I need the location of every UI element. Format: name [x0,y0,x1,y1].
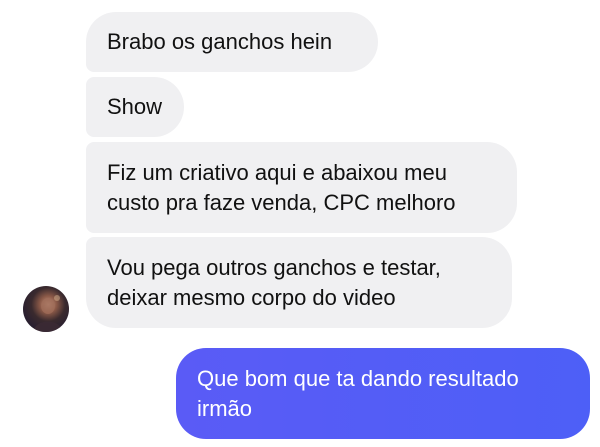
message-bubble-outgoing[interactable]: Que bom que ta dando resultado irmão [176,348,590,439]
chat-thread: Brabo os ganchos hein Show Fiz um criati… [0,0,600,447]
message-text-line: Vou pega outros ganchos e testar, [107,254,441,280]
message-text: Brabo os ganchos hein [107,29,333,54]
message-bubble-incoming[interactable]: Fiz um criativo aqui e abaixou meu custo… [86,142,517,233]
message-text-line: irmão [197,395,253,421]
message-text-line: deixar mesmo corpo do video [107,284,396,310]
contact-avatar[interactable] [23,286,69,332]
message-text-line: custo pra faze venda, CPC melhoro [107,189,456,215]
user-avatar-icon [33,295,63,332]
message-bubble-incoming[interactable]: Brabo os ganchos hein [86,12,378,72]
message-text: Show [107,94,163,119]
message-text-line: Fiz um criativo aqui e abaixou meu [107,159,447,185]
message-text-line: Que bom que ta dando resultado [197,365,519,391]
message-bubble-incoming[interactable]: Show [86,77,184,137]
message-bubble-incoming[interactable]: Vou pega outros ganchos e testar, deixar… [86,237,512,328]
